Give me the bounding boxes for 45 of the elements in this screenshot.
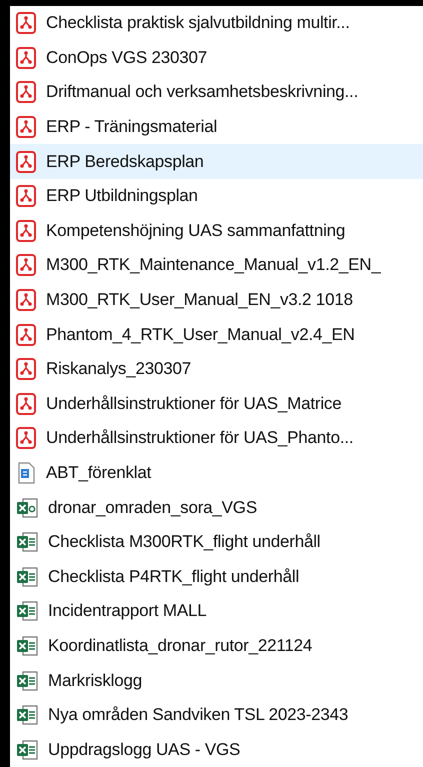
spreadsheet-icon: [16, 496, 38, 519]
spreadsheet-icon: [16, 566, 38, 588]
file-name: Phantom_4_RTK_User_Manual_v2.4_EN: [46, 324, 355, 345]
file-name: ConOps VGS 230307: [46, 48, 208, 68]
file-name: Riskanalys_230307: [46, 359, 191, 380]
pdf-file-icon: [16, 46, 36, 69]
file-name: Checklista M300RTK_flight underhåll: [48, 532, 320, 552]
file-name: M300_RTK_User_Manual_EN_v3.2 1018: [46, 290, 353, 310]
pdf-file-icon: [16, 427, 36, 450]
file-name: M300_RTK_Maintenance_Manual_v1.2_EN_: [46, 255, 381, 276]
file-name: Underhållsinstruktioner för UAS_Phanto...: [46, 428, 354, 448]
pdf-file-icon: [16, 81, 36, 104]
pdf-file-icon: [16, 12, 36, 34]
pdf-file-icon: [16, 220, 36, 242]
spreadsheet-icon: [16, 531, 38, 554]
spreadsheet-icon: [16, 634, 38, 657]
file-name: Kompetenshöjning UAS sammanfattning: [46, 220, 346, 241]
file-row[interactable]: ERP Beredskapsplan: [10, 144, 423, 179]
spreadsheet-icon: [16, 600, 38, 622]
pdf-file-icon: [16, 150, 36, 173]
spreadsheet-icon: [16, 670, 38, 692]
document-icon: [16, 462, 36, 484]
spreadsheet-icon: [16, 738, 38, 761]
file-name: ABT_förenklat: [46, 463, 152, 484]
pdf-file-icon: [16, 116, 36, 138]
file-name: Driftmanual och verksamhetsbeskrivning...: [46, 82, 358, 102]
file-name: Incidentrapport MALL: [48, 601, 207, 622]
file-name: Nya områden Sandviken TSL 2023-2343: [48, 705, 348, 726]
file-name: Checklista praktisk sjalvutbildning multir...: [46, 13, 350, 34]
file-name: ERP Utbildningsplan: [46, 186, 198, 206]
file-name: Checklista P4RTK_flight underhåll: [48, 566, 300, 587]
pdf-file-icon: [16, 185, 36, 208]
pdf-file-icon: [16, 392, 36, 415]
pdf-file-icon: [16, 324, 36, 346]
pdf-file-icon: [16, 289, 36, 312]
file-name: ERP Beredskapsplan: [46, 152, 204, 172]
file-name: dronar_omraden_sora_VGS: [48, 498, 257, 518]
file-name: Uppdragslogg UAS - VGS: [48, 740, 240, 760]
spreadsheet-icon: [16, 704, 38, 726]
file-name: Markrisklogg: [48, 670, 142, 691]
pdf-file-icon: [16, 254, 36, 276]
file-name: Koordinatlista_dronar_rutor_221124: [48, 636, 312, 656]
file-name: ERP - Träningsmaterial: [46, 117, 218, 138]
pdf-file-icon: [16, 358, 36, 380]
file-name: Underhållsinstruktioner för UAS_Matrice: [46, 394, 342, 414]
